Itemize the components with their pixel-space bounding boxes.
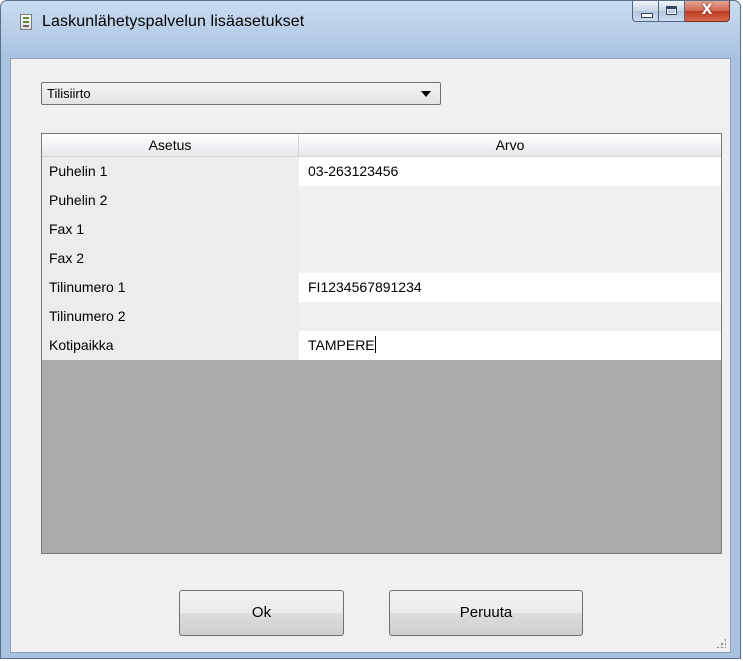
dialog-window: Laskunlähetyspalvelun lisäasetukset X Ti…: [0, 0, 741, 659]
value-cell[interactable]: [299, 186, 721, 215]
payment-type-dropdown[interactable]: Tilisiirto: [41, 82, 441, 105]
table-row[interactable]: Fax 1: [42, 215, 721, 244]
column-header-value[interactable]: Arvo: [299, 134, 721, 157]
table-row[interactable]: Fax 2: [42, 244, 721, 273]
value-cell[interactable]: [299, 302, 721, 331]
ok-button[interactable]: Ok: [179, 590, 344, 636]
value-cell[interactable]: [299, 244, 721, 273]
app-document-icon[interactable]: [20, 14, 32, 30]
value-cell-editing[interactable]: TAMPERE: [299, 331, 721, 360]
grid-header: Asetus Arvo: [42, 134, 721, 157]
text-caret: [374, 336, 376, 353]
value-cell-text: TAMPERE: [308, 337, 375, 353]
value-cell[interactable]: [299, 215, 721, 244]
table-row[interactable]: Tilinumero 1 FI1234567891234: [42, 273, 721, 302]
table-row[interactable]: Puhelin 2: [42, 186, 721, 215]
caption-buttons: X: [632, 1, 730, 25]
setting-cell[interactable]: Tilinumero 1: [42, 273, 299, 302]
setting-cell[interactable]: Fax 2: [42, 244, 299, 273]
grid-empty-area: [42, 360, 721, 553]
table-row[interactable]: Kotipaikka TAMPERE: [42, 331, 721, 360]
dialog-client-area: Tilisiirto Asetus Arvo Puhelin 1 03-2631…: [10, 58, 731, 653]
setting-cell[interactable]: Fax 1: [42, 215, 299, 244]
resize-grip-icon[interactable]: [716, 638, 726, 648]
title-bar[interactable]: Laskunlähetyspalvelun lisäasetukset X: [1, 1, 740, 45]
dropdown-selected-value: Tilisiirto: [47, 86, 91, 101]
value-cell[interactable]: FI1234567891234: [299, 273, 721, 302]
setting-cell[interactable]: Kotipaikka: [42, 331, 299, 360]
window-title: Laskunlähetyspalvelun lisäasetukset: [42, 13, 305, 30]
close-button[interactable]: X: [685, 1, 730, 22]
settings-grid[interactable]: Asetus Arvo Puhelin 1 03-263123456 Puhel…: [41, 133, 722, 554]
close-icon: X: [701, 2, 713, 18]
maximize-button[interactable]: [659, 1, 685, 22]
cancel-button[interactable]: Peruuta: [389, 590, 583, 636]
value-cell[interactable]: 03-263123456: [299, 157, 721, 186]
table-row[interactable]: Puhelin 1 03-263123456: [42, 157, 721, 186]
setting-cell[interactable]: Puhelin 2: [42, 186, 299, 215]
table-row[interactable]: Tilinumero 2: [42, 302, 721, 331]
setting-cell[interactable]: Puhelin 1: [42, 157, 299, 186]
minimize-button[interactable]: [632, 1, 659, 22]
setting-cell[interactable]: Tilinumero 2: [42, 302, 299, 331]
chevron-down-icon[interactable]: [421, 91, 431, 97]
column-header-setting[interactable]: Asetus: [42, 134, 299, 157]
